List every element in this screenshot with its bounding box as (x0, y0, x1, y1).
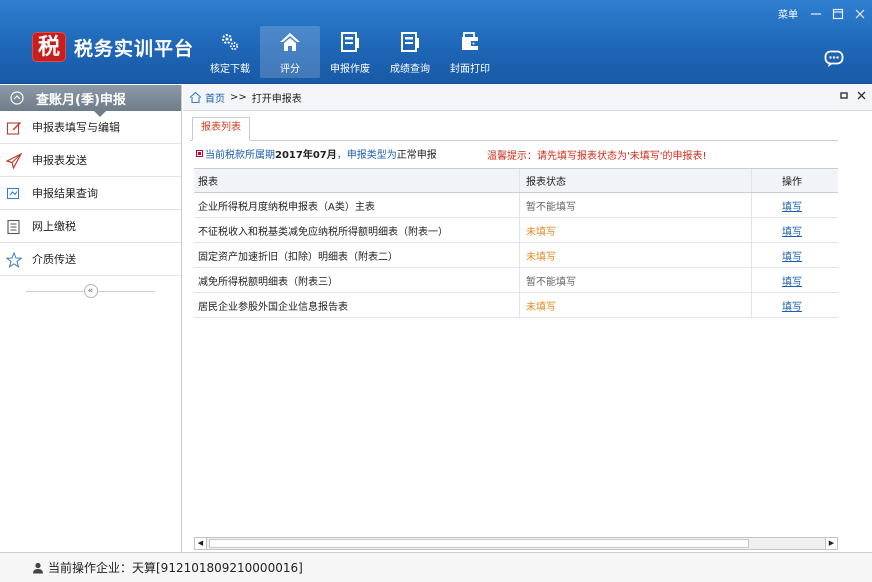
chat-icon[interactable] (824, 50, 844, 68)
app-logo: 税 (32, 32, 66, 62)
table-header: 报表 报表状态 操作 (194, 169, 838, 193)
nav-label: 封面打印 (450, 64, 490, 75)
period-info: 当前税款所属期 2017年07月 ，申报类型为 正常申报 (196, 145, 437, 161)
sidebar: 查账月(季)申报 申报表填写与编辑 申报表发送 申报结果查询 网上缴税 介质传送… (0, 85, 182, 552)
info-mid: ，申报类型为 (336, 149, 397, 161)
tab-strip: 报表列表 (190, 115, 838, 141)
close-tab-icon[interactable] (857, 91, 866, 100)
document-icon (341, 32, 359, 52)
table-row: 企业所得税月度纳税申报表（A类）主表 暂不能填写 填写 (194, 193, 838, 218)
wallet-icon (462, 32, 478, 50)
nav-item-download[interactable]: 核定下载 (200, 26, 260, 78)
info-prefix: 当前税款所属期 (205, 149, 275, 161)
col-header-status: 报表状态 (520, 169, 752, 192)
row-name: 居民企业参股外国企业信息报告表 (194, 293, 520, 317)
close-icon[interactable] (854, 8, 866, 20)
breadcrumb-current: 打开申报表 (251, 94, 302, 105)
sidebar-item-label: 网上缴税 (32, 220, 76, 233)
bullet-icon (196, 149, 203, 157)
info-type: 正常申报 (396, 149, 437, 161)
restore-tab-icon[interactable] (840, 91, 849, 100)
sidebar-item-query[interactable]: 申报结果查询 (0, 177, 181, 210)
scroll-left-icon[interactable]: ◀ (195, 538, 207, 549)
scroll-right-icon[interactable]: ▶ (825, 538, 837, 549)
star-icon (6, 252, 22, 268)
user-icon (33, 562, 43, 573)
warning-text: 温馨提示：请先填写报表状态为'未填写'的申报表! (487, 151, 707, 162)
sidebar-item-label: 申报表填写与编辑 (32, 121, 120, 134)
info-period: 2017年07月 (275, 149, 337, 161)
breadcrumb: 首页 >> 打开申报表 (183, 85, 872, 111)
status-bar: 当前操作企业：天算[912101809210000016] (0, 552, 872, 582)
app-title: 税务实训平台 (74, 38, 195, 60)
sidebar-item-edit[interactable]: 申报表填写与编辑 (0, 111, 181, 144)
nav-label: 成绩查询 (390, 64, 430, 75)
send-icon (6, 153, 22, 169)
col-header-op: 操作 (782, 177, 802, 188)
window-controls: 菜单 (778, 6, 866, 21)
list-icon (7, 219, 20, 235)
minimize-icon[interactable] (810, 8, 822, 20)
app-header: 税 税务实训平台 核定下载 评分 申报作废 成绩查询 封面打印 菜单 (0, 0, 872, 84)
home-icon (189, 91, 202, 104)
row-name: 减免所得税额明细表（附表三） (194, 268, 520, 292)
report-table: 报表 报表状态 操作 企业所得税月度纳税申报表（A类）主表 暂不能填写 填写 不… (194, 168, 838, 318)
fill-link[interactable]: 填写 (782, 248, 802, 263)
table-row: 固定资产加速折旧（扣除）明细表（附表二） 未填写 填写 (194, 243, 838, 268)
nav-item-void[interactable]: 申报作废 (320, 26, 380, 78)
sidebar-item-label: 申报表发送 (32, 154, 87, 167)
sidebar-item-label: 申报结果查询 (32, 187, 98, 200)
row-status: 暂不能填写 (520, 268, 752, 292)
scroll-thumb[interactable] (209, 539, 749, 548)
breadcrumb-home[interactable]: 首页 (205, 90, 225, 105)
main-nav: 核定下载 评分 申报作废 成绩查询 封面打印 (200, 26, 500, 78)
row-status: 未填写 (520, 293, 752, 317)
nav-item-scores[interactable]: 成绩查询 (380, 26, 440, 78)
tab-report-list[interactable]: 报表列表 (192, 117, 250, 141)
collapse-button[interactable]: « (83, 284, 98, 298)
fill-link[interactable]: 填写 (782, 273, 802, 288)
gears-icon (222, 34, 239, 51)
edit-icon (6, 122, 21, 135)
search-icon (6, 187, 20, 200)
sidebar-item-label: 介质传送 (32, 253, 76, 266)
fill-link[interactable]: 填写 (782, 198, 802, 213)
row-name: 固定资产加速折旧（扣除）明细表（附表二） (194, 243, 520, 267)
current-company: 当前操作企业：天算[912101809210000016] (48, 561, 303, 575)
col-header-name: 报表 (194, 169, 520, 192)
table-row: 减免所得税额明细表（附表三） 暂不能填写 填写 (194, 268, 838, 293)
document-icon (401, 32, 419, 52)
sidebar-title: 查账月(季)申报 (36, 92, 126, 108)
sidebar-header[interactable]: 查账月(季)申报 (0, 85, 181, 117)
nav-label: 核定下载 (210, 64, 250, 75)
maximize-icon[interactable] (832, 8, 844, 20)
row-name: 不征税收入和税基类减免应纳税所得额明细表（附表一） (194, 218, 520, 242)
horizontal-scrollbar[interactable]: ◀ ▶ (194, 537, 838, 550)
menu-button[interactable]: 菜单 (778, 6, 798, 21)
nav-label: 申报作废 (330, 64, 370, 75)
row-status: 未填写 (520, 243, 752, 267)
breadcrumb-separator: >> (230, 92, 247, 103)
table-row: 居民企业参股外国企业信息报告表 未填写 填写 (194, 293, 838, 318)
category-icon (10, 91, 24, 105)
nav-label: 评分 (280, 64, 300, 75)
row-status: 未填写 (520, 218, 752, 242)
nav-item-score[interactable]: 评分 (260, 26, 320, 78)
sidebar-collapse-row: « (0, 276, 181, 306)
nav-item-print[interactable]: 封面打印 (440, 26, 500, 78)
fill-link[interactable]: 填写 (782, 223, 802, 238)
sidebar-item-send[interactable]: 申报表发送 (0, 144, 181, 177)
home-icon (280, 33, 300, 51)
fill-link[interactable]: 填写 (782, 298, 802, 313)
tab-controls (840, 91, 866, 100)
row-status: 暂不能填写 (520, 193, 752, 217)
sidebar-item-transfer[interactable]: 介质传送 (0, 243, 181, 276)
sidebar-item-pay[interactable]: 网上缴税 (0, 210, 181, 243)
table-row: 不征税收入和税基类减免应纳税所得额明细表（附表一） 未填写 填写 (194, 218, 838, 243)
row-name: 企业所得税月度纳税申报表（A类）主表 (194, 193, 520, 217)
